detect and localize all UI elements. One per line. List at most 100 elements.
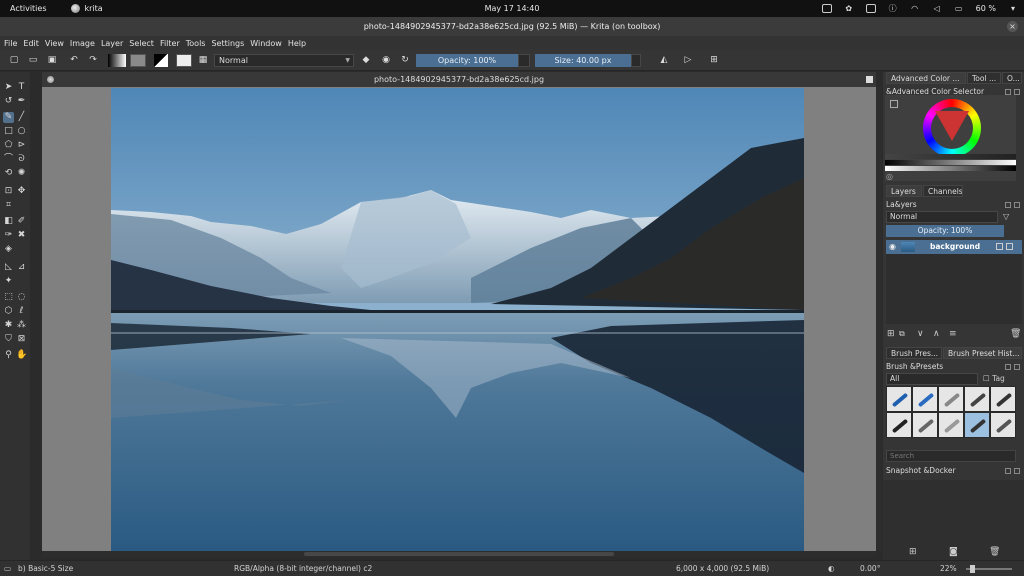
layer-blend-mode-combo[interactable]: Normal [886,211,998,223]
visibility-eye-icon[interactable]: ◉ [889,242,896,251]
tab-tool-options[interactable]: Tool ... [967,72,1001,84]
wifi-icon[interactable]: ◠ [910,4,920,13]
redo-icon[interactable]: ↷ [87,54,99,66]
brush-preset[interactable] [886,412,912,438]
ellipse-tool-icon[interactable]: ○ [16,126,27,137]
brush-preset[interactable] [912,412,938,438]
app-menu[interactable]: krita [57,4,103,13]
layer-name[interactable]: background [930,242,980,251]
assistant-tool-icon[interactable]: ◺ [3,262,14,273]
camera-icon[interactable]: ◙ [949,547,958,557]
reload-preset-icon[interactable]: ↻ [399,54,411,66]
layers-float-icon[interactable] [1005,202,1011,208]
menu-edit[interactable]: Edit [23,39,39,48]
tab-layers[interactable]: Layers [886,185,922,197]
menu-view[interactable]: View [45,39,64,48]
power-menu-icon[interactable]: ▾ [1008,4,1018,13]
inherit-alpha-icon[interactable] [1006,243,1013,250]
menu-select[interactable]: Select [129,39,154,48]
move-layer-down-icon[interactable]: ∨ [917,329,924,339]
contiguous-select-tool-icon[interactable]: ✱ [3,320,14,331]
save-icon[interactable]: ▣ [46,54,58,66]
dynamic-brush-tool-icon[interactable]: ⟲ [3,168,14,179]
wrap-around-icon[interactable]: ⊞ [708,54,720,66]
undo-icon[interactable]: ↶ [68,54,80,66]
zoom-value[interactable]: 22% [940,564,957,573]
system-tray[interactable]: ✿ ⓘ ◠ ◁ ▭ 60 % ▾ [821,0,1018,17]
layers-close-icon[interactable] [1014,202,1020,208]
layer-opacity-slider[interactable]: Opacity: 100% [886,225,1004,237]
screen-icon[interactable] [821,4,832,13]
select-shapes-tool-icon[interactable]: ➤ [3,82,14,93]
crop-select-tool-icon[interactable]: ⊡ [3,186,14,197]
brush-float-icon[interactable] [1005,364,1011,370]
layer-properties-icon[interactable]: ≡ [949,329,957,339]
snapshot-float-icon[interactable] [1005,468,1011,474]
multibrush-tool-icon[interactable]: ✺ [16,168,27,179]
menu-help[interactable]: Help [288,39,306,48]
open-document-icon[interactable]: ▭ [27,54,39,66]
info-icon[interactable]: ⓘ [888,4,898,13]
size-spinner[interactable] [631,54,641,67]
shade-bar[interactable] [885,166,1016,171]
image-dimensions-label[interactable]: 6,000 x 4,000 (92.5 MiB) [676,564,769,573]
brush-preset-selector[interactable] [176,54,192,67]
value-bar[interactable] [885,160,1016,165]
mirror-vertical-icon[interactable]: ▷ [682,54,694,66]
hue-ring[interactable] [923,99,981,157]
add-snapshot-icon[interactable]: ⊞ [909,547,917,557]
brush-preset[interactable] [964,386,990,412]
vertical-scrollbar[interactable] [876,87,882,551]
brush-preset-selected[interactable] [964,412,990,438]
brush-filter-combo[interactable]: All [886,373,978,385]
line-tool-icon[interactable]: ╱ [16,112,27,123]
pattern-selector[interactable] [130,54,146,67]
restore-icon[interactable] [866,76,873,83]
delete-layer-icon[interactable]: 🗑 [1010,329,1021,339]
color-picker-tool-icon[interactable]: ✐ [16,216,27,227]
rotation-value[interactable]: 0.00° [860,564,880,573]
rectangular-select-tool-icon[interactable]: ⬚ [3,292,14,303]
fill-tool-icon[interactable]: ◈ [3,244,14,255]
zoom-slider[interactable] [966,565,1012,573]
brush-close-icon[interactable] [1014,364,1020,370]
alpha-lock-icon[interactable] [996,243,1003,250]
brush-preset[interactable] [886,386,912,412]
brush-preset[interactable] [990,386,1016,412]
colorize-mask-tool-icon[interactable]: ✑ [3,230,14,241]
snapshot-close-icon[interactable] [1014,468,1020,474]
opacity-spinner[interactable] [518,54,530,67]
tab-channels[interactable]: Channels [923,185,963,197]
tab-brush-preset-history[interactable]: Brush Preset Hist... [943,347,1022,359]
polygon-tool-icon[interactable]: ⬠ [3,140,14,151]
color-history-bar[interactable] [885,154,1016,159]
move-layer-up-icon[interactable]: ∧ [933,329,940,339]
brush-preset[interactable] [912,386,938,412]
similar-select-tool-icon[interactable]: ⁂ [16,320,27,331]
gradient-selector[interactable] [108,54,126,67]
opacity-slider[interactable]: Opacity: 100% [416,54,518,67]
zoom-tool-icon[interactable]: ⚲ [3,350,14,361]
edit-shapes-tool-icon[interactable]: ↺ [3,96,14,107]
text-tool-icon[interactable]: T [16,82,27,93]
horizontal-scrollbar[interactable] [42,551,876,557]
elliptical-select-tool-icon[interactable]: ◌ [16,292,27,303]
menu-tools[interactable]: Tools [186,39,206,48]
menu-settings[interactable]: Settings [211,39,244,48]
mirror-horizontal-icon[interactable]: ◭ [658,54,670,66]
brush-preset[interactable] [938,386,964,412]
polygonal-select-tool-icon[interactable]: ⬡ [3,306,14,317]
saturation-value-triangle[interactable] [935,111,969,141]
add-layer-icon[interactable]: ⊞ [887,329,895,339]
document-tab[interactable]: photo-1484902945377-bd2a38e625cd.jpg [42,72,876,87]
gradient-tool-icon[interactable]: ◧ [3,216,14,227]
preserve-alpha-icon[interactable]: ◉ [380,54,392,66]
pan-tool-icon[interactable]: ✋ [16,350,27,361]
app-indicator-icon[interactable]: ✿ [844,4,854,13]
freehand-select-tool-icon[interactable]: ℓ [16,306,27,317]
rectangle-tool-icon[interactable]: □ [3,126,14,137]
calligraphy-tool-icon[interactable]: ✒ [16,96,27,107]
delete-snapshot-icon[interactable]: 🗑 [989,547,1000,557]
tab-advanced-color[interactable]: Advanced Color ... [886,72,966,84]
eraser-mode-icon[interactable]: ◆ [360,54,372,66]
